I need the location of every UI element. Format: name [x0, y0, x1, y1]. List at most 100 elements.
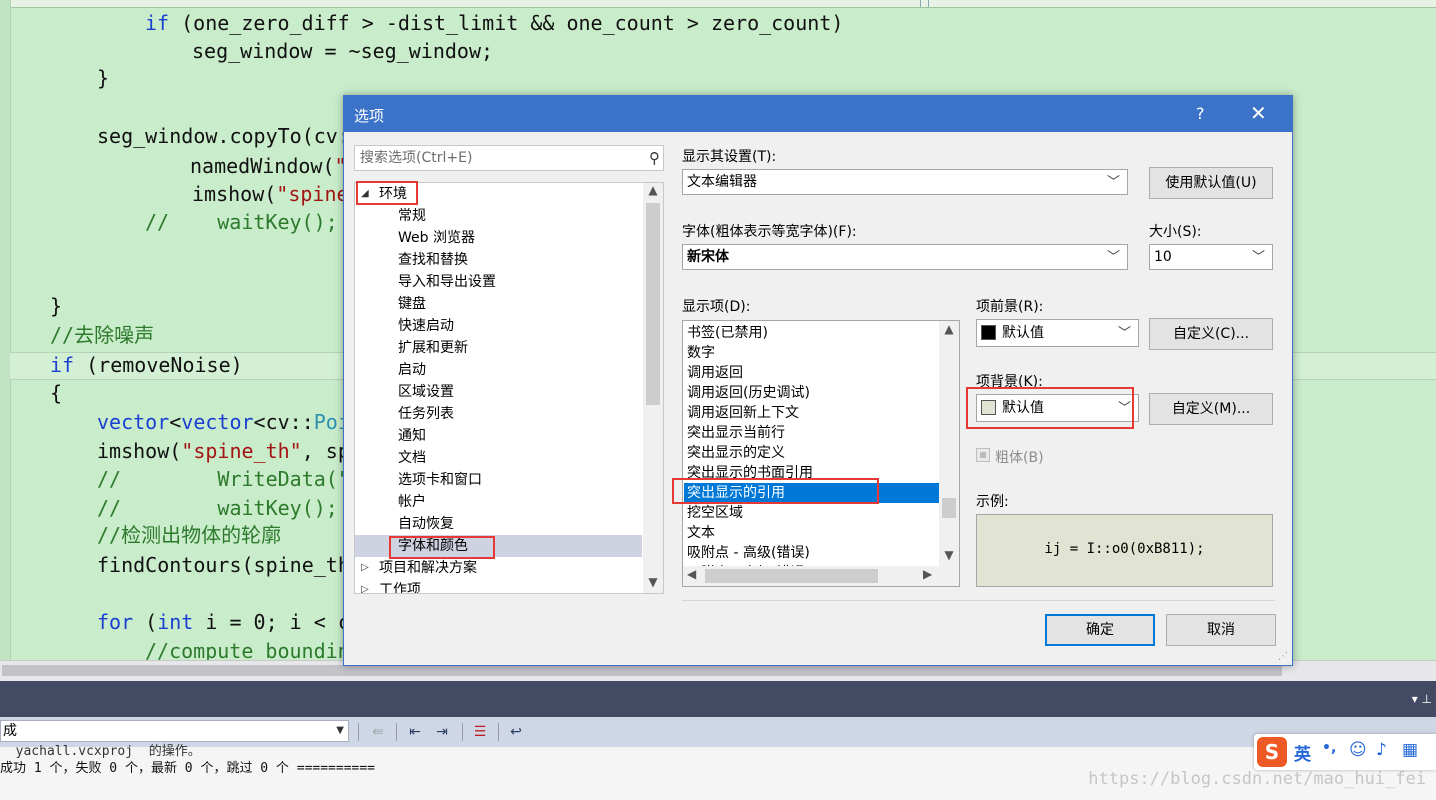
tree-item[interactable]: 任务列表	[355, 403, 642, 425]
scroll-left-icon[interactable]: ◀	[687, 567, 696, 581]
bold-label: 粗体(B)	[995, 450, 1044, 466]
tree-item[interactable]: 启动	[355, 359, 642, 381]
keyword: int	[157, 610, 194, 634]
code-line: imshow("spine_	[192, 182, 361, 206]
tree-item-label: 键盘	[398, 296, 426, 312]
tree-item[interactable]: ▷ 项目和解决方案	[355, 557, 642, 579]
display-item[interactable]: 数字	[684, 343, 940, 363]
options-tree[interactable]: ◢ 环境常规 Web 浏览器 查找和替换 导入和导出设置键盘快速启动 扩展和更新 启动 区域设…	[354, 182, 664, 594]
display-item[interactable]: 文本	[684, 523, 940, 543]
chevron-down-icon: ﹀	[1251, 250, 1265, 265]
items-vertical-scrollbar[interactable]: ▲ ▼	[939, 321, 959, 566]
scroll-down-icon[interactable]: ▼	[939, 548, 959, 562]
items-horizontal-scrollbar[interactable]: ◀ ▶	[683, 566, 941, 586]
code-line: seg_window = ~seg_window;	[192, 39, 494, 63]
ime-toolbar[interactable]: S 英 •, ☺ ♪ ▦	[1254, 734, 1436, 770]
show-settings-value: 文本编辑器	[687, 174, 757, 190]
display-item[interactable]: 挖空区域	[684, 503, 940, 523]
custom-background-button[interactable]: 自定义(M)...	[1149, 393, 1273, 425]
emoji-icon[interactable]: ☺	[1349, 740, 1367, 760]
scroll-right-icon[interactable]: ▶	[923, 567, 932, 581]
ime-language[interactable]: 英	[1294, 740, 1311, 765]
scroll-up-icon[interactable]: ▲	[643, 183, 663, 201]
toolbar-separator	[498, 723, 499, 741]
tree-item[interactable]: Web 浏览器	[355, 227, 642, 249]
scrollbar-thumb[interactable]	[942, 498, 956, 518]
ok-button[interactable]: 确定	[1045, 614, 1155, 646]
collapse-arrow-icon[interactable]: ◢	[361, 183, 369, 205]
use-defaults-button[interactable]: 使用默认值(U)	[1149, 167, 1273, 199]
tree-item[interactable]: 快速启动	[355, 315, 642, 337]
tree-item[interactable]: 通知	[355, 425, 642, 447]
font-select[interactable]: 新宋体 ﹀	[682, 244, 1128, 270]
help-icon[interactable]: ?	[1196, 104, 1205, 123]
scrollbar-thumb[interactable]	[646, 203, 660, 405]
search-icon[interactable]: ⚲	[649, 146, 660, 170]
output-text-area[interactable]: yachall.vcxproj 的操作。 成功 1 个，失败 0 个，最新 0 …	[0, 744, 1436, 800]
display-item[interactable]: 突出显示的定义	[684, 443, 940, 463]
display-item[interactable]: 突出显示的书面引用	[684, 463, 940, 483]
display-item[interactable]: 调用返回(历史调试)	[684, 383, 940, 403]
output-toolbar: 成 ▼ ⇚ ⇤ ⇥ ☰ ↩	[0, 717, 1436, 747]
display-items-list[interactable]: 书签(已禁用) 数字 调用返回 调用返回(历史调试) 调用返回新上下文 突出显示当前行 突出…	[682, 320, 960, 587]
item-foreground-select[interactable]: 默认值 ﹀	[976, 319, 1139, 347]
tree-item-label: 环境	[379, 186, 407, 202]
scroll-up-icon[interactable]: ▲	[939, 322, 959, 336]
sample-preview: ij = I::o0(0xB811);	[976, 514, 1273, 587]
tree-item[interactable]: 键盘	[355, 293, 642, 315]
tree-scrollbar[interactable]: ▲ ▼	[643, 183, 663, 593]
scrollbar-thumb[interactable]	[2, 665, 1282, 676]
bold-checkbox[interactable]	[976, 448, 990, 462]
code-line: }	[50, 294, 63, 318]
scrollbar-thumb[interactable]	[705, 569, 878, 583]
custom-foreground-button[interactable]: 自定义(C)...	[1149, 318, 1273, 350]
tree-item[interactable]: ▷ 工作项	[355, 579, 642, 593]
code-text: <	[169, 410, 182, 434]
tree-item[interactable]: 导入和导出设置	[355, 271, 642, 293]
tree-item[interactable]: ◢ 环境	[355, 183, 642, 205]
expand-arrow-icon[interactable]: ▷	[361, 579, 369, 593]
pin-icon[interactable]: ▾ ⊥	[1412, 692, 1432, 706]
close-icon[interactable]: ✕	[1250, 101, 1267, 125]
tree-item[interactable]: 字体和颜色	[355, 535, 642, 557]
dialog-title-bar[interactable]: 选项 ? ✕	[344, 96, 1292, 132]
tree-item[interactable]: 扩展和更新	[355, 337, 642, 359]
clear-all-icon[interactable]: ☰	[470, 722, 490, 742]
tree-item[interactable]: 常规	[355, 205, 642, 227]
keyboard-icon[interactable]: ▦	[1402, 740, 1418, 760]
display-item[interactable]: 书签(已禁用)	[684, 323, 940, 343]
tree-item[interactable]: 区域设置	[355, 381, 642, 403]
code-line: }	[97, 66, 110, 90]
word-wrap-icon[interactable]: ↩	[506, 722, 526, 742]
size-select[interactable]: 10 ﹀	[1149, 244, 1273, 270]
size-label: 大小(S):	[1149, 224, 1202, 240]
scroll-down-icon[interactable]: ▼	[643, 575, 663, 593]
output-source-select[interactable]: 成 ▼	[0, 720, 349, 742]
display-item[interactable]: 调用返回	[684, 363, 940, 383]
display-item[interactable]: 吸附点 - 高级(错误)	[684, 543, 940, 563]
show-settings-select[interactable]: 文本编辑器 ﹀	[682, 169, 1128, 195]
item-background-select[interactable]: 默认值 ﹀	[976, 394, 1139, 422]
resize-grip-icon[interactable]: ⋰	[1278, 652, 1288, 662]
tree-item[interactable]: 选项卡和窗口	[355, 469, 642, 491]
find-message-icon[interactable]: ⇚	[368, 722, 388, 742]
tree-item[interactable]: 查找和替换	[355, 249, 642, 271]
options-dialog: 选项 ? ✕ 搜索选项(Ctrl+E) ⚲ ◢ 环境常规 Web 浏览器 查找和替换导…	[343, 95, 1293, 666]
go-previous-icon[interactable]: ⇤	[405, 722, 425, 742]
display-item[interactable]: 突出显示当前行	[684, 423, 940, 443]
display-item[interactable]: 突出显示的引用	[684, 483, 940, 503]
go-next-icon[interactable]: ⇥	[432, 722, 452, 742]
code-text: namedWindow(	[190, 154, 335, 178]
expand-arrow-icon[interactable]: ▷	[361, 557, 369, 579]
display-item[interactable]: 调用返回新上下文	[684, 403, 940, 423]
font-label: 字体(粗体表示等宽字体)(F):	[682, 224, 857, 240]
ime-punctuation[interactable]: •,	[1322, 740, 1336, 756]
toolbar-separator	[462, 723, 463, 741]
cancel-button[interactable]: 取消	[1166, 614, 1276, 646]
options-search-input[interactable]: 搜索选项(Ctrl+E) ⚲	[354, 145, 664, 171]
tree-item[interactable]: 文档	[355, 447, 642, 469]
code-line: seg_window.copyTo(cv:	[97, 124, 350, 148]
microphone-icon[interactable]: ♪	[1376, 740, 1387, 760]
tree-item[interactable]: 帐户	[355, 491, 642, 513]
tree-item[interactable]: 自动恢复	[355, 513, 642, 535]
